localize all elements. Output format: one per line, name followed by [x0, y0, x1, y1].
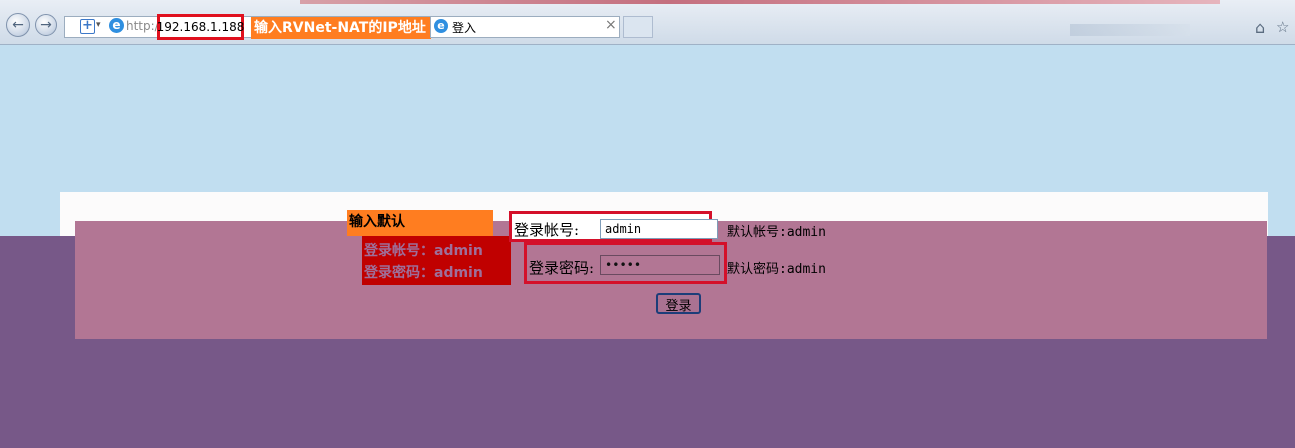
forward-button[interactable]: → — [35, 14, 57, 36]
tab-close-icon[interactable]: × — [605, 17, 617, 33]
back-button[interactable]: ← — [6, 13, 30, 37]
default-account-note: 登录帐号：admin — [364, 243, 483, 259]
username-hint: 默认帐号:admin — [727, 225, 826, 240]
default-password-note: 登录密码：admin — [364, 265, 483, 281]
password-label: 登录密码: — [529, 259, 595, 277]
login-button[interactable]: 登录 — [656, 293, 701, 314]
back-arrow-icon: ← — [12, 17, 24, 33]
plus-icon[interactable]: + — [80, 19, 95, 34]
top-accent-bar — [300, 0, 1220, 4]
username-label: 登录帐号: — [514, 221, 580, 239]
password-input[interactable] — [600, 255, 720, 275]
address-host: 192.168.1.188 — [156, 20, 245, 34]
ie-logo-icon: e — [109, 18, 124, 33]
username-input[interactable] — [600, 219, 718, 239]
window-controls-ghost — [1070, 24, 1190, 36]
new-tab-button[interactable] — [623, 16, 653, 38]
home-icon[interactable]: ⌂ — [1255, 18, 1265, 37]
forward-arrow-icon: → — [40, 17, 52, 33]
chevron-down-icon[interactable]: ▾ — [96, 20, 101, 30]
password-hint: 默认密码:admin — [727, 262, 826, 277]
default-callout-label: 输入默认 — [347, 210, 493, 236]
tab-ie-icon: e — [434, 19, 448, 33]
address-prefix: http:/ — [126, 19, 159, 33]
address-host-highlight[interactable]: 192.168.1.188 — [157, 14, 244, 40]
tab-title: 登入 — [452, 21, 477, 35]
ip-callout-label: 输入RVNet-NAT的IP地址 — [251, 17, 431, 39]
star-icon[interactable]: ☆ — [1276, 18, 1289, 36]
